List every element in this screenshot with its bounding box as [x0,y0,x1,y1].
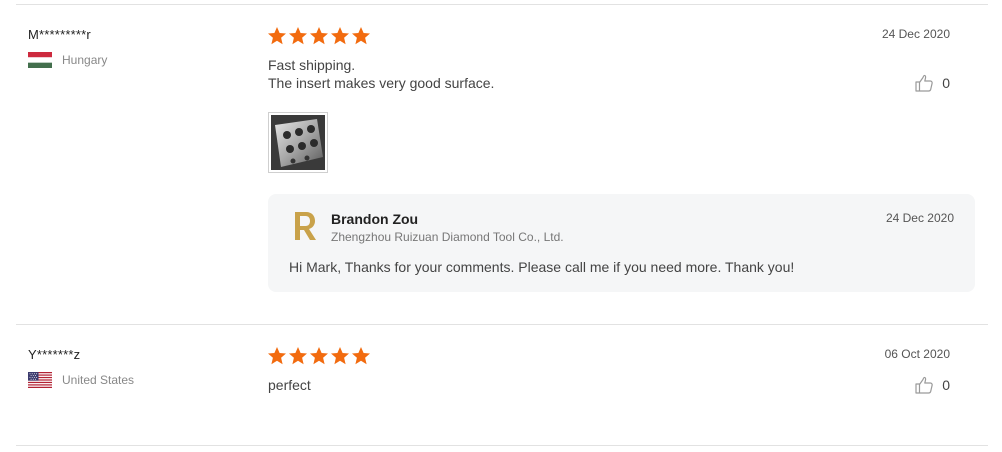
thumbs-up-icon [915,376,933,394]
united-states-flag-icon [28,372,52,388]
star-rating [267,26,371,46]
reply-company-name: Zhengzhou Ruizuan Diamond Tool Co., Ltd. [331,230,564,244]
review-text: perfect [268,376,311,394]
reply-date: 24 Dec 2020 [885,211,954,225]
like-count: 0 [942,377,950,393]
country-name: United States [62,373,135,387]
star-icon [352,347,370,365]
review-item: Y*******z United States 06 Oct 2020 perf… [0,325,1002,445]
star-icon [268,347,286,365]
like-button[interactable]: 0 [914,73,950,93]
review-text-line: The insert makes very good surface. [268,75,495,91]
review-item: M*********r Hungary 24 Dec 2020 Fast shi… [0,0,1002,324]
company-logo-icon [295,212,316,240]
bottom-divider [16,445,988,446]
country-name: Hungary [62,53,108,67]
star-icon [310,27,328,45]
reply-author-name: Brandon Zou [331,211,419,227]
like-count: 0 [942,75,950,91]
star-icon [289,347,307,365]
review-photo-thumbnail[interactable] [268,112,328,173]
engine-block-photo [271,115,325,170]
star-icon [289,27,307,45]
like-button[interactable]: 0 [914,375,950,395]
star-icon [352,27,370,45]
star-icon [268,27,286,45]
review-text-line: perfect [268,377,311,393]
review-date: 24 Dec 2020 [881,27,950,41]
reply-text: Hi Mark, Thanks for your comments. Pleas… [289,259,795,275]
seller-reply: Brandon Zou Zhengzhou Ruizuan Diamond To… [268,194,975,292]
reviewer-name: M*********r [28,27,91,42]
star-icon [331,27,349,45]
reviewer-country: Hungary [28,52,107,68]
review-text: Fast shipping. The insert makes very goo… [268,56,494,92]
thumbs-up-icon [915,74,933,92]
hungary-flag-icon [28,52,52,68]
reviewer-name: Y*******z [28,347,81,362]
review-text-line: Fast shipping. [268,57,356,73]
star-icon [310,347,328,365]
star-rating [267,346,371,366]
star-icon [331,347,349,365]
review-date: 06 Oct 2020 [884,347,950,361]
reviewer-country: United States [28,372,134,388]
